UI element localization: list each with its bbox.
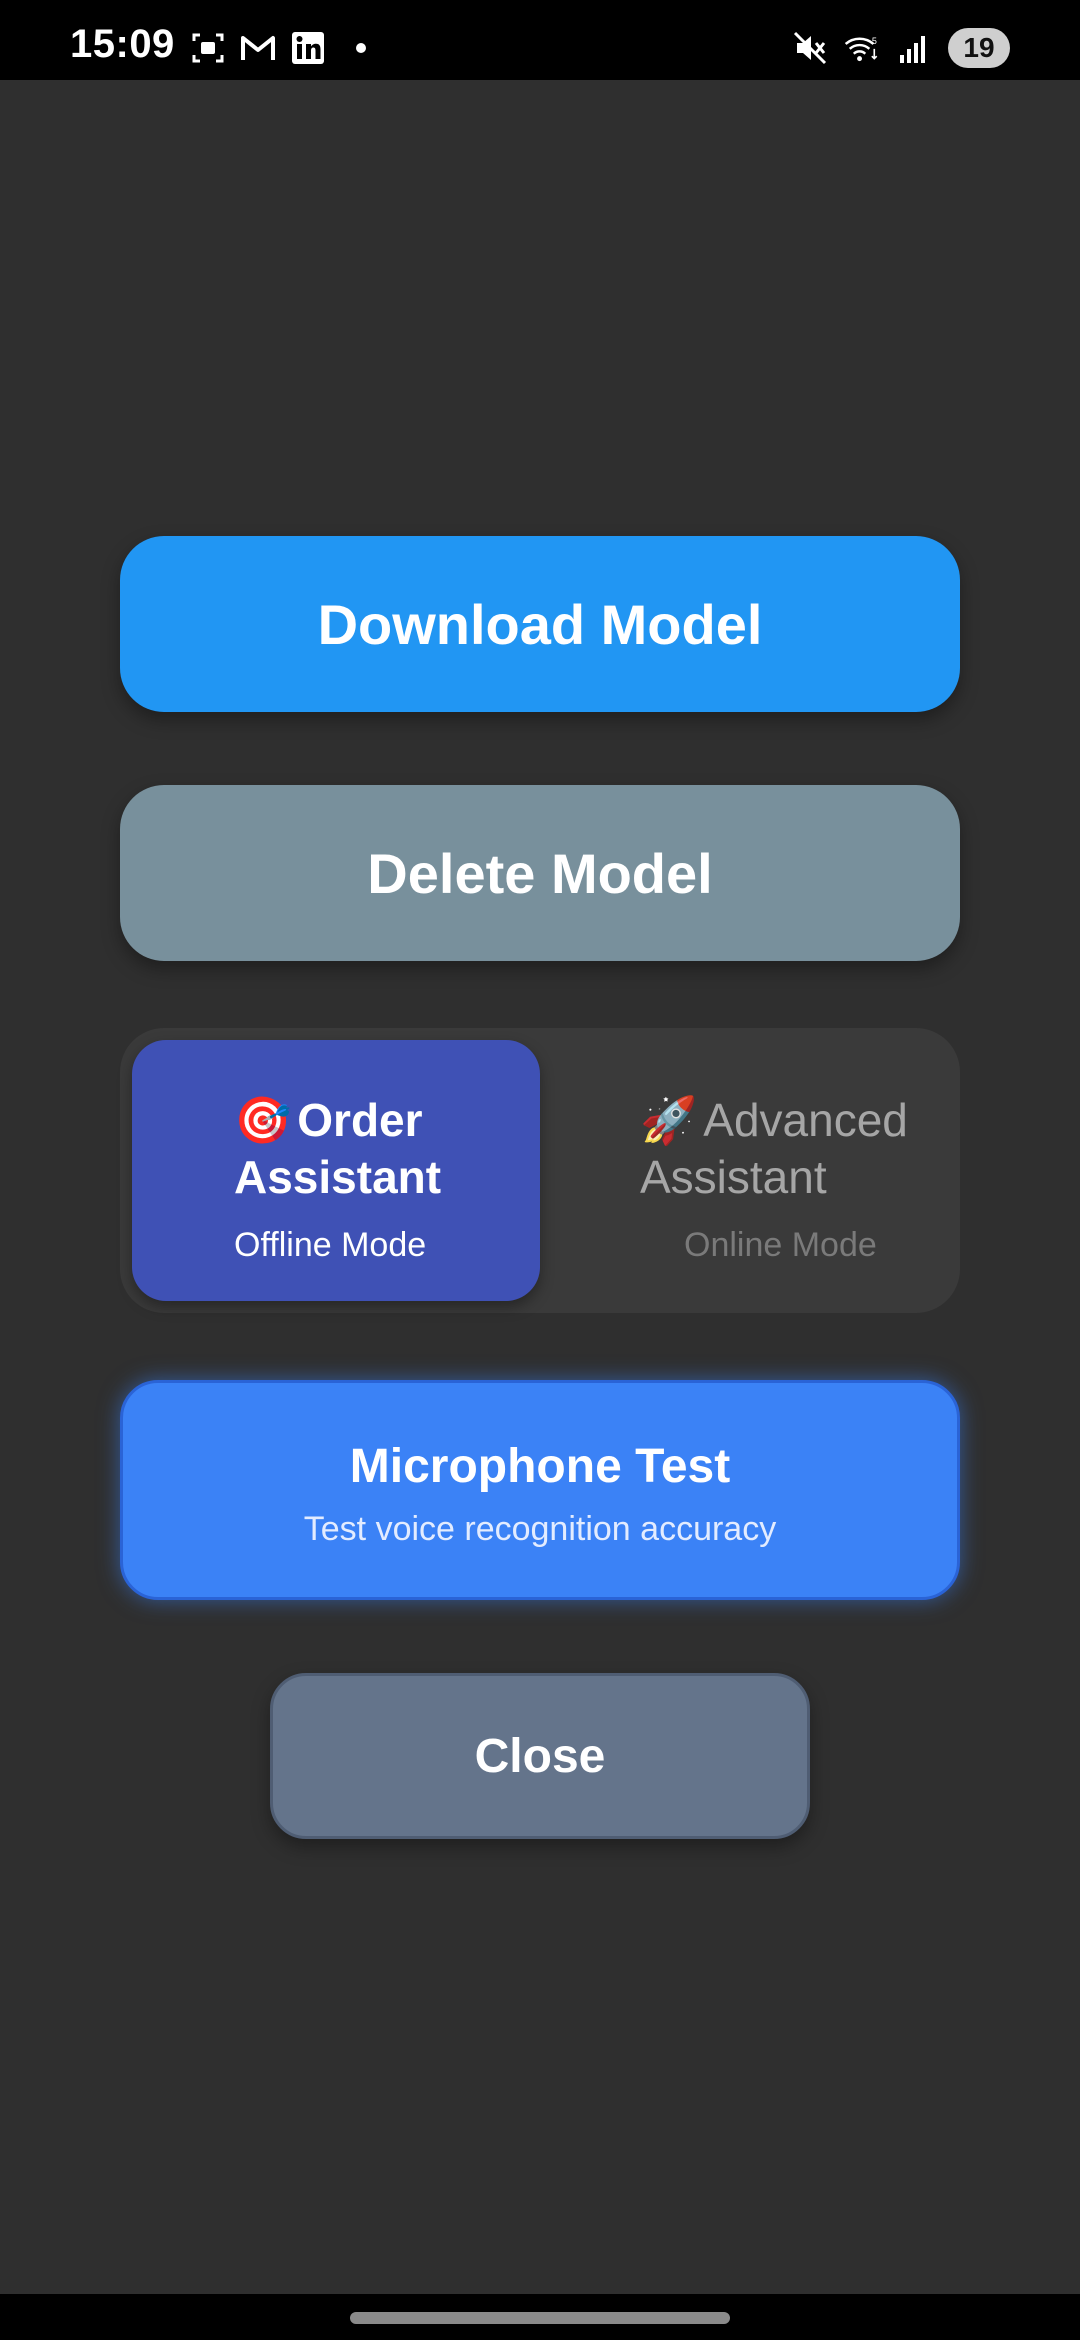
- online-mode-label: Online Mode: [684, 1226, 877, 1264]
- gmail-icon: [240, 30, 276, 66]
- order-assistant-option[interactable]: 🎯 Order Assistant Offline Mode: [132, 1040, 540, 1301]
- delete-model-button[interactable]: Delete Model: [120, 785, 960, 961]
- mute-icon: [792, 30, 828, 66]
- notification-dot-icon: [356, 43, 366, 53]
- battery-indicator: 19: [948, 28, 1010, 68]
- target-icon: 🎯: [234, 1093, 292, 1147]
- advanced-assistant-option[interactable]: 🚀 Advanced Assistant Online Mode: [540, 1040, 948, 1301]
- home-gesture-handle[interactable]: [350, 2312, 730, 2324]
- order-assistant-title: 🎯 Order Assistant: [234, 1092, 540, 1206]
- signal-icon: [896, 30, 932, 66]
- screenshot-icon: [190, 30, 226, 66]
- wifi-icon: 5: [844, 30, 880, 66]
- offline-mode-label: Offline Mode: [234, 1226, 427, 1264]
- microphone-test-button[interactable]: Microphone Test Test voice recognition a…: [120, 1380, 960, 1600]
- linkedin-icon: [290, 30, 326, 66]
- status-bar: 15:09 5 19: [0, 0, 1080, 80]
- download-model-button[interactable]: Download Model: [120, 536, 960, 712]
- microphone-test-subtitle: Test voice recognition accuracy: [303, 1510, 777, 1548]
- status-notification-icons: [190, 30, 366, 66]
- advanced-assistant-title: 🚀 Advanced Assistant: [640, 1092, 948, 1206]
- microphone-test-title: Microphone Test: [349, 1440, 731, 1493]
- status-time: 15:09: [70, 22, 175, 66]
- close-button[interactable]: Close: [270, 1673, 810, 1839]
- status-system-icons: 5 19: [792, 28, 1010, 68]
- svg-text:5: 5: [872, 36, 877, 46]
- assistant-mode-toggle: 🎯 Order Assistant Offline Mode 🚀 Advanced …: [120, 1028, 960, 1313]
- rocket-icon: 🚀: [640, 1093, 698, 1147]
